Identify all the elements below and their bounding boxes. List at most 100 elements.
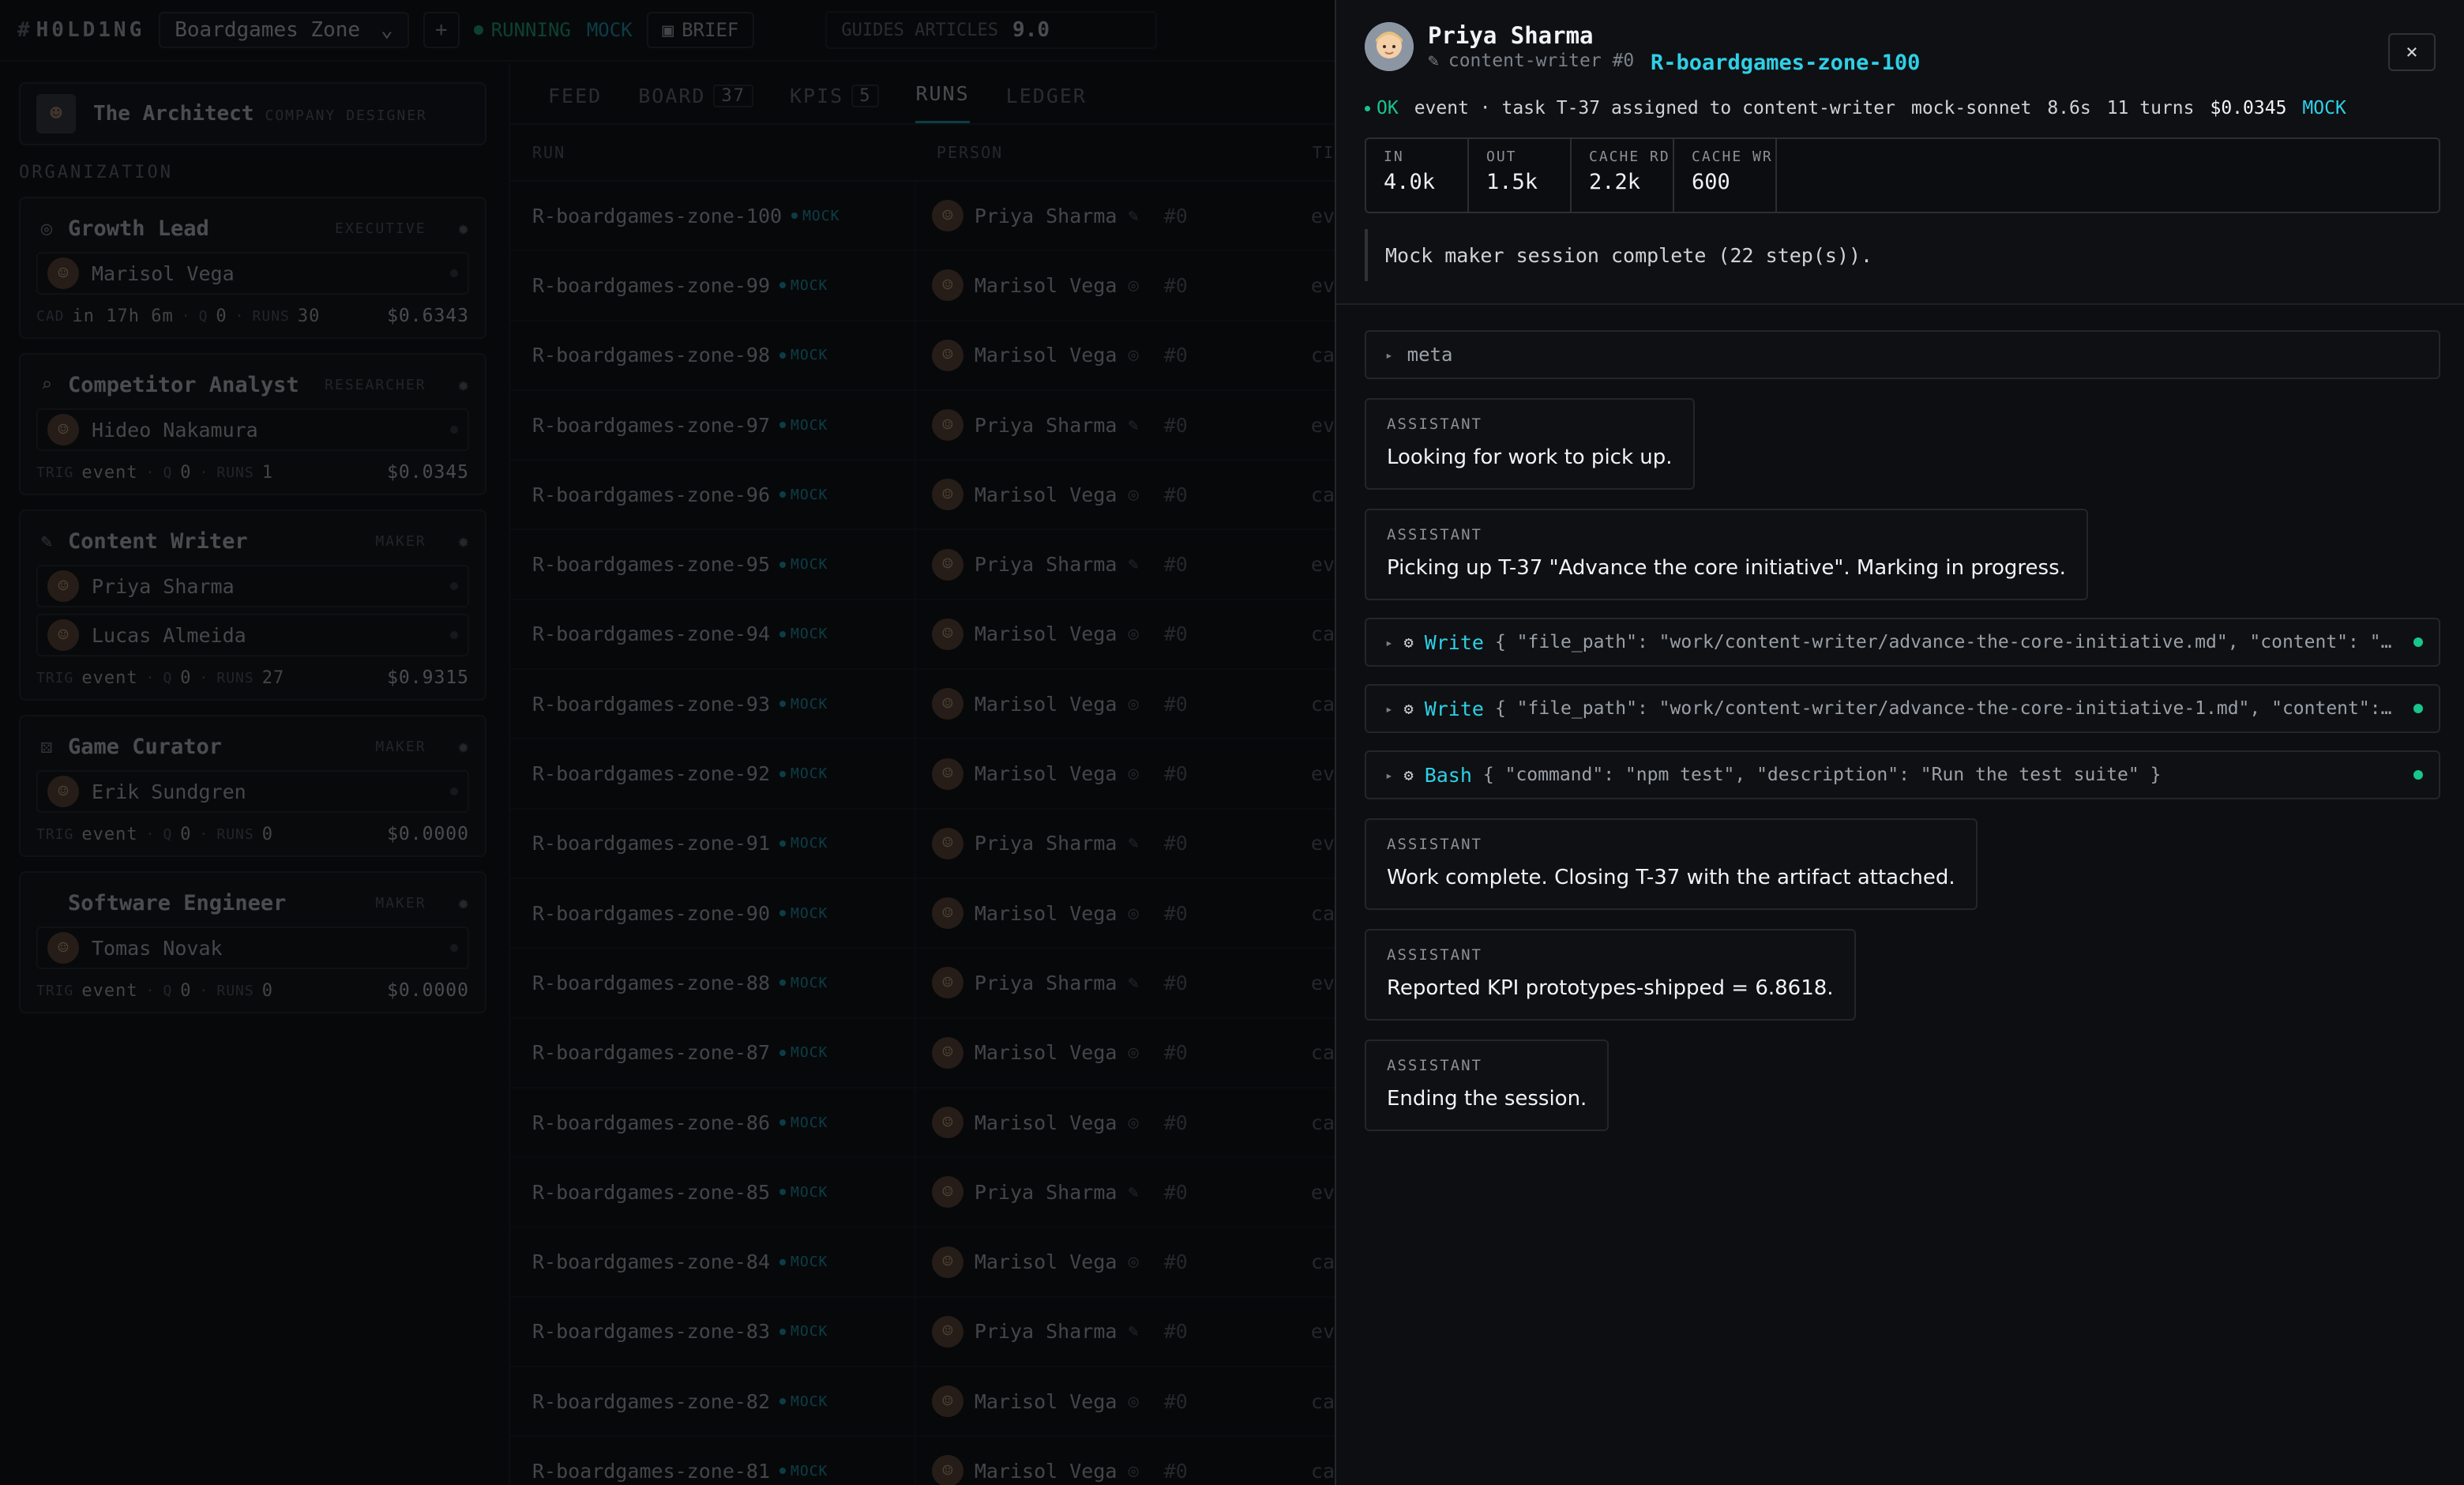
avatar: ☺: [931, 1176, 963, 1209]
table-row[interactable]: R-boardgames-zone-98 MOCK ☺ Marisol Vega ◎ #…: [510, 321, 1335, 391]
gear-icon[interactable]: ✹: [458, 530, 469, 552]
role-icon: ◎: [1128, 484, 1139, 505]
workspace-select[interactable]: Boardgames Zone ⌄: [159, 12, 409, 48]
app-window: # H0LD1NG Boardgames Zone ⌄ + RUNNING MOCK …: [0, 0, 2464, 1485]
tab-ledger[interactable]: LEDGER: [1006, 85, 1087, 123]
avatar: ☺: [931, 200, 963, 232]
table-row[interactable]: R-boardgames-zone-88 MOCK ☺ Priya Sharma ✎ #…: [510, 949, 1335, 1019]
table-row[interactable]: R-boardgames-zone-86 MOCK ☺ Marisol Vega ◎ #…: [510, 1088, 1335, 1159]
close-button[interactable]: ×: [2388, 33, 2436, 71]
table-row[interactable]: R-boardgames-zone-99 MOCK ☺ Marisol Vega ◎ #…: [510, 251, 1335, 321]
mock-badge: MOCK: [779, 1463, 828, 1479]
person-name: Priya Sharma: [974, 971, 1117, 994]
run-id: R-boardgames-zone-94: [532, 622, 771, 646]
role-card[interactable]: ⚄ Game Curator MAKER ✹ ☺ Erik Sundgren TR…: [19, 715, 486, 857]
table-row[interactable]: R-boardgames-zone-82 MOCK ☺ Marisol Vega ◎ #…: [510, 1367, 1335, 1438]
table-row[interactable]: R-boardgames-zone-94 MOCK ☺ Marisol Vega ◎ #…: [510, 600, 1335, 671]
trigger-cell: ca: [1310, 901, 1335, 925]
table-row[interactable]: R-boardgames-zone-87 MOCK ☺ Marisol Vega ◎ #…: [510, 1018, 1335, 1088]
tool-args: { "command": "npm test", "description": …: [1482, 765, 2162, 785]
tab-runs[interactable]: RUNS: [915, 82, 970, 123]
table-row[interactable]: R-boardgames-zone-81 MOCK ☺ Marisol Vega ◎ #…: [510, 1437, 1335, 1485]
pen-icon: ✎: [1428, 51, 1439, 71]
role-icon: ✎: [1128, 1321, 1139, 1342]
role-card[interactable]: Software Engineer MAKER ✹ ☺ Tomas Novak T…: [19, 871, 486, 1013]
member-row[interactable]: ☺ Lucas Almeida: [36, 614, 469, 656]
table-row[interactable]: R-boardgames-zone-100 MOCK ☺ Priya Sharma ✎…: [510, 182, 1335, 252]
trigger-cell: ev: [1310, 832, 1335, 855]
running-status: RUNNING MOCK: [473, 19, 633, 41]
brief-button[interactable]: ▣ BRIEF: [646, 12, 755, 48]
member-row[interactable]: ☺ Tomas Novak: [36, 927, 469, 969]
role-stats: TRIG event · Q 0 · RUNS 0 $0.0000: [36, 824, 469, 844]
run-id[interactable]: R-boardgames-zone-100: [1651, 51, 1920, 75]
member-row[interactable]: ☺ Hideo Nakamura: [36, 408, 469, 451]
member-row[interactable]: ☺ Marisol Vega: [36, 252, 469, 295]
table-row[interactable]: R-boardgames-zone-97 MOCK ☺ Priya Sharma ✎ #…: [510, 390, 1335, 461]
organization-label: ORGANIZATION: [19, 163, 173, 182]
token-stat: CACHE RD 2.2k: [1572, 139, 1674, 212]
table-row[interactable]: R-boardgames-zone-91 MOCK ☺ Priya Sharma ✎ #…: [510, 809, 1335, 879]
person-name: Priya Sharma: [974, 413, 1117, 437]
role-icon: ✎: [1128, 415, 1139, 435]
trigger-cell: ev: [1310, 971, 1335, 994]
add-workspace-button[interactable]: +: [423, 12, 460, 48]
trigger-cell: ev: [1310, 762, 1335, 786]
tab-kpis[interactable]: KPIS 5: [790, 85, 880, 123]
avatar: ☺: [931, 827, 963, 859]
table-row[interactable]: R-boardgames-zone-83 MOCK ☺ Priya Sharma ✎ #…: [510, 1297, 1335, 1368]
role-icon: ✎: [1128, 972, 1139, 993]
gear-icon[interactable]: ✹: [458, 735, 469, 758]
role-card[interactable]: ✎ Content Writer MAKER ✹ ☺ Priya Sharma ☺ L…: [19, 509, 486, 701]
run-id: R-boardgames-zone-92: [532, 762, 771, 786]
member-name: Hideo Nakamura: [92, 418, 258, 442]
table-row[interactable]: R-boardgames-zone-93 MOCK ☺ Marisol Vega ◎ #…: [510, 670, 1335, 740]
tool-call[interactable]: ▸ ⚙ Write { "file_path": "work/content-writ…: [1365, 684, 2440, 733]
tab-feed[interactable]: FEED: [548, 85, 602, 123]
architect-card[interactable]: ☻ The Architect COMPANY DESIGNER: [19, 82, 486, 145]
run-id: R-boardgames-zone-91: [532, 832, 771, 855]
tool-call[interactable]: ▸ ⚙ Write { "file_path": "work/content-writ…: [1365, 618, 2440, 667]
tab-board[interactable]: BOARD 37: [638, 85, 753, 123]
member-row[interactable]: ☺ Erik Sundgren: [36, 770, 469, 813]
avatar: ☺: [931, 897, 963, 930]
table-row[interactable]: R-boardgames-zone-96 MOCK ☺ Marisol Vega ◎ #…: [510, 461, 1335, 531]
mock-badge: MOCK: [779, 905, 828, 922]
gear-icon: ⚙: [1403, 765, 1414, 784]
tool-name: Write: [1424, 697, 1484, 720]
member-name: Tomas Novak: [92, 936, 223, 960]
person-name: Marisol Vega: [974, 1459, 1117, 1483]
gear-icon[interactable]: ✹: [458, 217, 469, 239]
avatar: ☺: [931, 1385, 963, 1418]
table-row[interactable]: R-boardgames-zone-92 MOCK ☺ Marisol Vega ◎ #…: [510, 739, 1335, 810]
role-card[interactable]: ◎ Growth Lead EXECUTIVE ✹ ☺ Marisol Vega …: [19, 197, 486, 339]
tab-count: 5: [851, 85, 880, 107]
table-row[interactable]: R-boardgames-zone-95 MOCK ☺ Priya Sharma ✎ #…: [510, 530, 1335, 600]
run-id: R-boardgames-zone-83: [532, 1320, 771, 1344]
meta-disclosure[interactable]: ▸ meta: [1365, 330, 2440, 379]
table-row[interactable]: R-boardgames-zone-84 MOCK ☺ Marisol Vega ◎ #…: [510, 1227, 1335, 1298]
background-app: # H0LD1NG Boardgames Zone ⌄ + RUNNING MOCK …: [0, 0, 1335, 1485]
tool-call[interactable]: ▸ ⚙ Bash { "command": "npm test", "descript…: [1365, 750, 2440, 799]
avatar: ☺: [931, 1107, 963, 1138]
trigger-cell: ca: [1310, 622, 1335, 646]
role-icon: ◎: [1128, 345, 1139, 366]
role-title: Game Curator: [68, 734, 223, 759]
gear-icon[interactable]: ✹: [458, 892, 469, 914]
model-name: mock-sonnet: [1910, 98, 2032, 118]
run-status-line: OK event · task T-37 assigned to content…: [1365, 98, 2346, 118]
trigger-cell: ca: [1310, 692, 1335, 716]
trigger-cell: ca: [1310, 1250, 1335, 1274]
role-icon: ✎: [1128, 833, 1139, 854]
role-stats: TRIG event · Q 0 · RUNS 0 $0.0000: [36, 980, 469, 1001]
role-card[interactable]: ⌕ Competitor Analyst RESEARCHER ✹ ☺ Hideo…: [19, 353, 486, 495]
sidebar: ☻ The Architect COMPANY DESIGNER ORGANIZA…: [0, 63, 505, 1485]
trigger-event: event · task T-37 assigned to content-wr…: [1414, 98, 1895, 118]
person-name: Marisol Vega: [974, 901, 1117, 925]
table-row[interactable]: R-boardgames-zone-90 MOCK ☺ Marisol Vega ◎ #…: [510, 878, 1335, 949]
assistant-message: ASSISTANT Ending the session.: [1365, 1040, 1609, 1131]
gear-icon[interactable]: ✹: [458, 374, 469, 396]
member-row[interactable]: ☺ Priya Sharma: [36, 565, 469, 607]
table-row[interactable]: R-boardgames-zone-85 MOCK ☺ Priya Sharma ✎ #…: [510, 1158, 1335, 1228]
role-cost: $0.9315: [387, 667, 469, 688]
